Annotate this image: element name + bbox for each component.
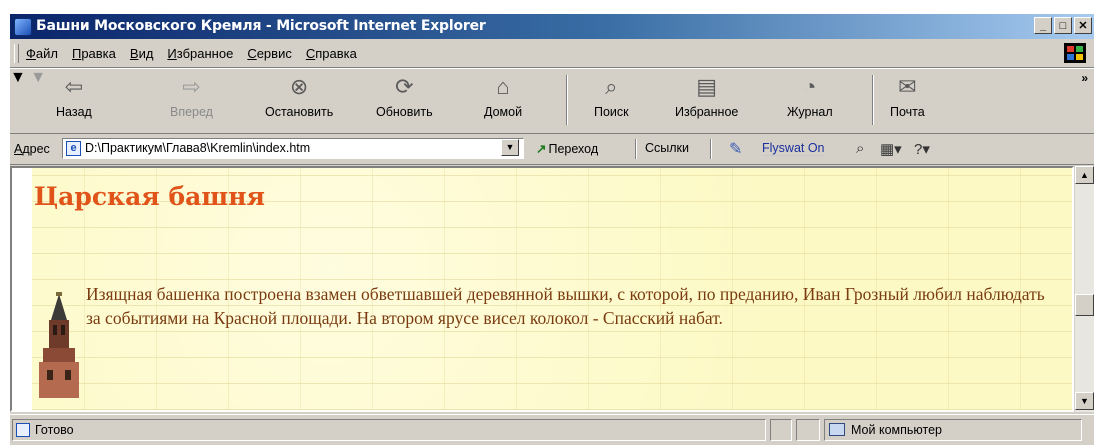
page-heading: Царская башня — [34, 182, 265, 211]
home-label: Домой — [484, 105, 523, 119]
history-button[interactable]: ◔ Журнал — [787, 73, 833, 119]
address-input[interactable]: e D:\Практикум\Глава8\Kremlin\index.htm — [62, 138, 524, 159]
back-dropdown-icon[interactable]: ▼ — [10, 69, 26, 86]
toolbar-separator — [566, 75, 568, 125]
favorites-button[interactable]: ▤ Избранное — [675, 73, 738, 119]
back-label: Назад — [56, 105, 92, 119]
flyswat-icon[interactable]: ✎ — [729, 139, 742, 159]
history-icon: ◔ — [803, 74, 817, 99]
search-icon[interactable]: ⌕ — [856, 140, 864, 157]
back-button[interactable]: ⇦ Назад — [56, 73, 92, 119]
mail-icon: ✉ — [898, 74, 917, 99]
home-icon: ⌂ — [496, 74, 510, 99]
search-icon: ⌕ — [605, 74, 618, 99]
menu-tools[interactable]: Сервис — [247, 46, 292, 61]
stop-button[interactable]: ⊗ Остановить — [265, 73, 333, 119]
options-icon[interactable]: ▦▾ — [880, 140, 902, 158]
forward-dropdown-icon[interactable]: ▼ — [30, 69, 46, 86]
menu-items: Файл Правка Вид Избранное Сервис Справка — [26, 46, 357, 61]
menu-file[interactable]: Файл — [26, 46, 58, 61]
refresh-label: Обновить — [376, 105, 433, 119]
address-url: D:\Практикум\Глава8\Kremlin\index.htm — [85, 141, 311, 155]
windows-logo-icon — [1064, 43, 1086, 63]
search-label: Поиск — [594, 105, 629, 119]
forward-button[interactable]: ⇨ Вперед — [170, 73, 213, 119]
menu-view[interactable]: Вид — [130, 46, 154, 61]
addressbar-separator — [710, 139, 712, 159]
window-controls: _ □ ✕ — [1034, 17, 1092, 34]
standard-toolbar: ⇦ Назад ▼ ⇨ Вперед ▼ ⊗ Остановить ⟳ Обно… — [10, 68, 1094, 134]
status-main-panel: Готово — [12, 419, 766, 441]
address-dropdown-button[interactable]: ▼ — [501, 139, 519, 156]
go-label: Переход — [548, 142, 599, 156]
links-button[interactable]: Ссылки — [645, 141, 689, 155]
favorites-folder-icon: ▤ — [696, 74, 718, 99]
menu-bar: Файл Правка Вид Избранное Сервис Справка — [10, 40, 1094, 68]
search-button[interactable]: ⌕ Поиск — [594, 73, 629, 119]
flyswat-link[interactable]: Flyswat On — [762, 141, 825, 156]
back-arrow-icon: ⇦ — [64, 74, 84, 99]
stop-label: Остановить — [265, 105, 334, 119]
favorites-label: Избранное — [675, 105, 739, 119]
maximize-button[interactable]: □ — [1054, 17, 1072, 34]
page-paragraph: Изящная башенка построена взамен обветша… — [86, 284, 1045, 328]
status-bar: Готово Мой компьютер — [10, 414, 1094, 445]
toolbar-separator — [872, 75, 874, 125]
address-label: Адрес — [14, 142, 50, 156]
browser-window: Башни Московского Кремля - Microsoft Int… — [10, 14, 1094, 445]
menu-favorites[interactable]: Избранное — [167, 46, 233, 61]
tower-image — [39, 292, 79, 398]
menubar-grip[interactable] — [14, 44, 19, 63]
mail-button[interactable]: ✉ Почта — [890, 73, 925, 119]
page-status-icon — [16, 423, 30, 437]
scroll-down-button[interactable]: ▼ — [1075, 392, 1094, 410]
status-text: Готово — [35, 423, 74, 437]
go-button[interactable]: ↗ Переход — [536, 141, 598, 156]
page-content: Царская башня Изящная башенка построена … — [10, 166, 1074, 412]
status-panel — [770, 419, 792, 441]
title-bar[interactable]: Башни Московского Кремля - Microsoft Int… — [10, 14, 1094, 39]
history-label: Журнал — [787, 105, 833, 119]
ie-app-icon[interactable] — [14, 18, 32, 36]
address-bar: Адрес e D:\Практикум\Глава8\Kremlin\inde… — [10, 134, 1094, 165]
security-zone-panel: Мой компьютер — [824, 419, 1082, 441]
zone-text: Мой компьютер — [851, 423, 942, 437]
close-button[interactable]: ✕ — [1074, 17, 1092, 34]
my-computer-icon — [829, 423, 845, 436]
vertical-scrollbar[interactable]: ▲ ▼ — [1074, 166, 1094, 412]
page-icon: e — [66, 141, 81, 156]
addressbar-separator — [635, 139, 637, 159]
menu-help[interactable]: Справка — [306, 46, 357, 61]
refresh-icon: ⟳ — [395, 74, 414, 99]
forward-label: Вперед — [170, 105, 213, 119]
go-arrow-icon: ↗ — [536, 142, 547, 156]
refresh-button[interactable]: ⟳ Обновить — [376, 73, 433, 119]
scroll-thumb[interactable] — [1075, 294, 1094, 316]
window-title: Башни Московского Кремля - Microsoft Int… — [36, 18, 486, 34]
menu-edit[interactable]: Правка — [72, 46, 116, 61]
help-icon[interactable]: ?▾ — [914, 140, 930, 158]
stop-icon: ⊗ — [289, 74, 309, 99]
scroll-up-button[interactable]: ▲ — [1075, 166, 1094, 184]
home-button[interactable]: ⌂ Домой — [484, 73, 522, 119]
minimize-button[interactable]: _ — [1034, 17, 1052, 34]
forward-arrow-icon: ⇨ — [182, 74, 201, 99]
status-panel — [796, 419, 820, 441]
toolbar-more-chevron-icon[interactable]: » — [1081, 71, 1088, 85]
mail-label: Почта — [890, 105, 925, 119]
